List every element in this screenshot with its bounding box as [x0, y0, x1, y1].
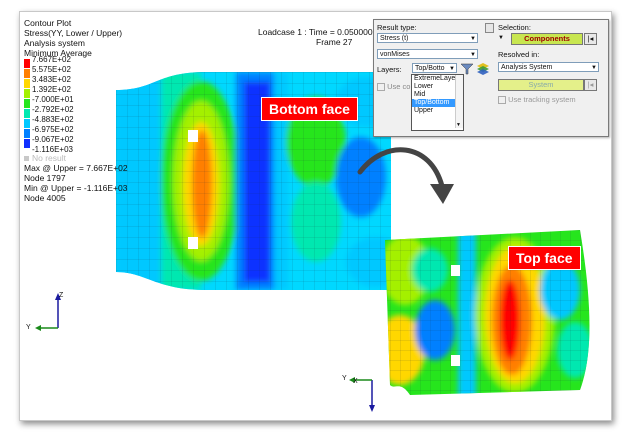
legend-label: 5.575E+02 — [32, 65, 71, 74]
legend: 7.667E+02 5.575E+02 3.483E+02 1.392E+02 … — [24, 55, 144, 155]
legend-label: -6.975E+02 — [32, 125, 74, 134]
axis-x-label-right: X — [353, 378, 358, 385]
no-result-label: No result — [24, 153, 128, 163]
result-type-select[interactable]: Stress (t) ▼ — [377, 33, 478, 43]
use-corner-label: Use co — [387, 82, 411, 91]
min-label: Min @ Upper = -1.116E+03 — [24, 183, 128, 193]
legend-label: 7.667E+02 — [32, 55, 71, 64]
axis-triad-left — [35, 293, 61, 331]
axis-y-label: Y — [26, 324, 31, 331]
no-result-swatch — [24, 156, 29, 161]
system-button[interactable]: System — [498, 79, 584, 91]
max-label: Max @ Upper = 7.667E+02 — [24, 163, 128, 173]
use-corner-option[interactable]: Use co — [377, 82, 411, 92]
layers-select[interactable]: Top/Botto ▼ — [412, 63, 457, 73]
plot-system: Analysis system — [24, 38, 85, 48]
loadcase-label: Loadcase 1 : Time = 0.050000 — [258, 27, 373, 37]
component-select[interactable]: vonMises ▼ — [377, 49, 478, 59]
chevron-down-icon: ▼ — [456, 122, 461, 128]
legend-label: -7.000E+01 — [32, 95, 74, 104]
layers-dropdown-list: ExtremeLayer Lower Mid Top/Bottom Upper … — [411, 74, 464, 131]
legend-swatch — [24, 139, 30, 148]
legend-swatch — [24, 119, 30, 128]
chevron-down-icon: ▼ — [449, 66, 455, 72]
component-value: vonMises — [380, 51, 410, 58]
expand-button[interactable] — [485, 23, 494, 33]
bottom-face-callout: Bottom face — [261, 97, 358, 121]
legend-swatch — [24, 69, 30, 78]
legend-swatch — [24, 129, 30, 138]
legend-label: -2.792E+02 — [32, 105, 74, 114]
selection-label: Selection: — [498, 23, 531, 32]
legend-label: 1.392E+02 — [32, 85, 71, 94]
legend-swatch — [24, 89, 30, 98]
frame-label: Frame 27 — [316, 37, 353, 47]
result-type-value: Stress (t) — [380, 35, 409, 42]
resolved-in-value: Analysis System — [501, 64, 553, 71]
plot-title: Contour Plot — [24, 18, 72, 28]
chevron-down-icon: ▼ — [470, 52, 476, 58]
viewport-frame: Contour Plot Stress(YY, Lower / Upper) A… — [19, 11, 612, 421]
components-button[interactable]: Components — [511, 33, 583, 45]
layers-icon[interactable] — [476, 62, 490, 76]
chevron-down-icon: ▼ — [591, 65, 597, 71]
legend-label: -4.883E+02 — [32, 115, 74, 124]
legend-swatch — [24, 109, 30, 118]
dropdown-scrollbar[interactable]: ▼ — [455, 75, 463, 128]
top-face-callout: Top face — [508, 246, 581, 270]
reset-system-icon[interactable]: |◂ — [584, 79, 597, 91]
legend-swatch — [24, 59, 30, 68]
chevron-down-icon: ▼ — [470, 36, 476, 42]
axis-z-label: Z — [59, 292, 64, 299]
legend-swatch — [24, 99, 30, 108]
result-type-label: Result type: — [377, 23, 417, 32]
selection-dropdown-icon[interactable]: ▼ — [498, 35, 504, 41]
tracking-label: Use tracking system — [508, 95, 576, 104]
no-result-text: No result — [32, 153, 67, 163]
tracking-option[interactable]: Use tracking system — [498, 95, 576, 105]
plot-subtitle: Stress(YY, Lower / Upper) — [24, 28, 123, 38]
reset-selection-icon[interactable]: |◂ — [584, 33, 597, 45]
legend-label: 3.483E+02 — [32, 75, 71, 84]
use-corner-checkbox[interactable] — [377, 83, 385, 92]
tracking-checkbox[interactable] — [498, 96, 506, 105]
curved-arrow-icon — [357, 147, 454, 204]
axis-triad-right — [349, 377, 375, 412]
resolved-in-label: Resolved in: — [498, 50, 540, 59]
layers-value: Top/Botto — [415, 65, 445, 72]
resolved-in-select[interactable]: Analysis System ▼ — [498, 62, 599, 72]
axis-y-label-right: Y — [342, 375, 347, 382]
layers-label: Layers: — [377, 65, 402, 74]
legend-swatch — [24, 79, 30, 88]
min-node: Node 4005 — [24, 193, 66, 203]
result-type-panel: Result type: Stress (t) ▼ vonMises ▼ Layer… — [373, 19, 609, 137]
legend-label: -9.067E+02 — [32, 135, 74, 144]
max-node: Node 1797 — [24, 173, 66, 183]
